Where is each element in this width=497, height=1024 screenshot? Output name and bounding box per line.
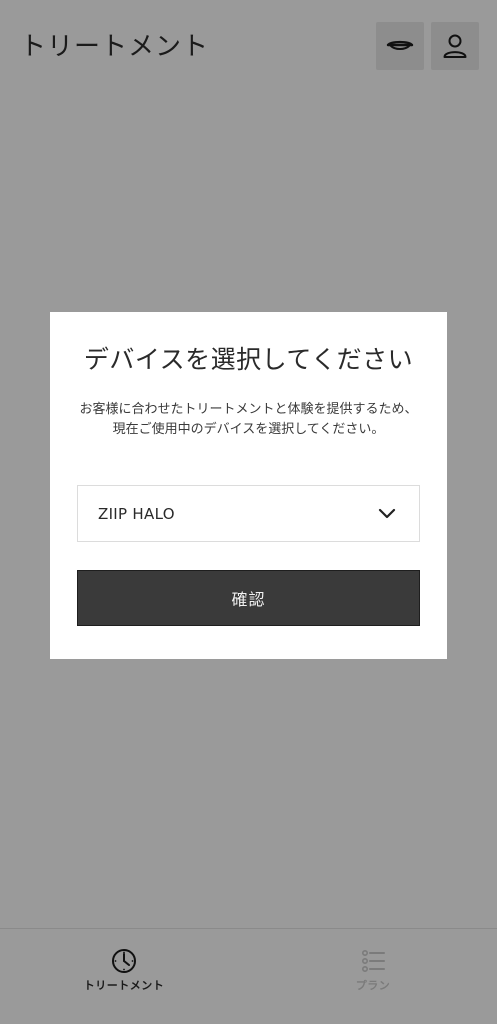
app-screen: トリートメント デバイスを選択してください お客様に合わせたトリートメントと体験… bbox=[0, 0, 497, 1024]
user-icon bbox=[443, 34, 467, 58]
tab-treatment-label: トリートメント bbox=[83, 979, 165, 992]
device-button[interactable] bbox=[376, 22, 424, 70]
tab-treatment[interactable]: トリートメント bbox=[0, 929, 248, 1024]
page-title: トリートメント bbox=[20, 32, 210, 62]
chevron-down-icon bbox=[378, 508, 396, 519]
header: トリートメント bbox=[0, 0, 497, 90]
tab-plan[interactable]: プラン bbox=[249, 929, 497, 1024]
dialog-title: デバイスを選択してください bbox=[83, 345, 414, 374]
bottom-nav: トリートメント プラン bbox=[0, 928, 497, 1024]
list-icon bbox=[361, 949, 385, 972]
headset-device-icon bbox=[386, 40, 414, 50]
device-select[interactable]: ZIIP HALO bbox=[77, 485, 420, 542]
select-device-dialog: デバイスを選択してください お客様に合わせたトリートメントと体験を提供するため、… bbox=[50, 312, 447, 659]
profile-button[interactable] bbox=[431, 22, 479, 70]
device-select-value: ZIIP HALO bbox=[98, 505, 175, 523]
confirm-button[interactable]: 確認 bbox=[77, 570, 420, 626]
dialog-description: お客様に合わせたトリートメントと体験を提供するため、現在ご使用中のデバイスを選択… bbox=[79, 402, 418, 437]
tab-plan-label: プラン bbox=[355, 979, 391, 992]
clock-icon bbox=[112, 949, 136, 973]
